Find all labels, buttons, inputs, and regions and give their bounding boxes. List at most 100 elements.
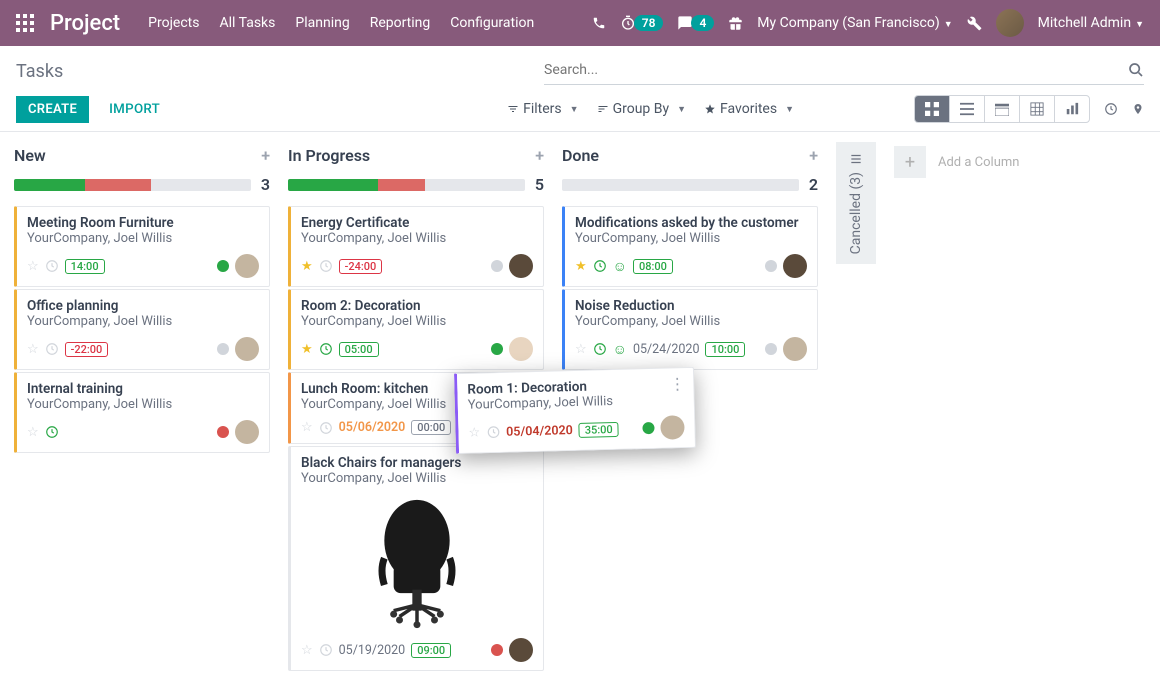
nav-planning[interactable]: Planning [295,15,349,31]
kanban-card[interactable]: Meeting Room Furniture YourCompany, Joel… [14,206,270,287]
status-dot[interactable] [217,260,229,272]
messages-widget[interactable]: 4 [677,15,714,31]
card-menu-icon[interactable]: ⋮ [669,374,685,393]
column-count: 3 [261,175,270,194]
kanban-card[interactable]: Modifications asked by the customer Your… [562,206,818,287]
phone-icon[interactable] [592,16,606,30]
search-icon[interactable] [1128,62,1144,78]
user-menu[interactable]: Mitchell Admin▼ [1038,15,1144,31]
assignee-avatar[interactable] [783,254,807,278]
favorites-button[interactable]: Favorites▼ [704,101,794,117]
quick-create-icon[interactable]: + [261,146,270,165]
nav-reporting[interactable]: Reporting [370,15,431,31]
time-chip: 05:00 [339,342,379,357]
star-icon[interactable]: ★ [301,342,313,357]
progress-bar [288,179,525,191]
star-icon[interactable]: ☆ [575,342,587,357]
status-dot[interactable] [217,343,229,355]
search-input[interactable] [544,58,1128,82]
assignee-avatar[interactable] [509,254,533,278]
view-list-icon[interactable] [950,96,985,122]
time-chip: 09:00 [411,643,451,658]
star-icon[interactable]: ★ [575,259,587,274]
clock-icon [593,259,607,273]
star-icon[interactable]: ☆ [468,425,480,440]
nav-projects[interactable]: Projects [148,15,199,31]
star-icon[interactable]: ☆ [301,420,313,435]
quick-create-icon[interactable]: + [535,146,544,165]
star-icon[interactable]: ★ [301,259,313,274]
groupby-button[interactable]: Group By▼ [597,101,686,117]
clock-icon [319,259,333,273]
timer-widget[interactable]: 78 [620,15,664,31]
deadline-date: 05/24/2020 [633,342,700,357]
progress-bar [14,179,251,191]
activity-icon[interactable] [1104,102,1118,116]
assignee-avatar[interactable] [509,638,533,662]
star-icon[interactable]: ☆ [27,342,39,357]
quick-create-icon[interactable]: + [809,146,818,165]
assignee-avatar[interactable] [235,337,259,361]
nav-all-tasks[interactable]: All Tasks [219,15,275,31]
assignee-avatar[interactable] [235,420,259,444]
brand-title: Project [50,11,120,36]
star-icon[interactable]: ☆ [301,643,313,658]
status-dot[interactable] [642,422,654,434]
debug-icon[interactable] [967,16,982,31]
view-pivot-icon[interactable] [1020,96,1055,122]
status-dot[interactable] [491,343,503,355]
deadline-date: 05/19/2020 [339,643,406,658]
timer-badge: 78 [634,15,664,31]
time-chip: -24:00 [339,259,383,274]
kanban-card[interactable]: Black Chairs for managers YourCompany, J… [288,446,544,671]
add-column-label[interactable]: Add a Column [938,155,1019,170]
assignee-avatar[interactable] [660,415,685,440]
card-title: Office planning [27,298,259,314]
card-subtitle: YourCompany, Joel Willis [301,471,533,486]
smiley-icon[interactable]: ☺ [613,341,627,358]
add-column-button[interactable]: + [894,146,926,178]
kanban-card[interactable]: Office planning YourCompany, Joel Willis… [14,289,270,370]
star-icon[interactable]: ☆ [27,259,39,274]
view-calendar-icon[interactable] [985,96,1020,122]
nav-configuration[interactable]: Configuration [450,15,534,31]
column-count: 2 [809,175,818,194]
clock-icon [486,425,500,439]
assignee-avatar[interactable] [509,337,533,361]
create-button[interactable]: CREATE [16,96,89,123]
assignee-avatar[interactable] [235,254,259,278]
view-graph-icon[interactable] [1055,96,1089,122]
status-dot[interactable] [491,260,503,272]
status-dot[interactable] [217,426,229,438]
column-cancelled-folded[interactable]: Cancelled (3) [836,142,876,264]
status-dot[interactable] [765,343,777,355]
card-title: Modifications asked by the customer [575,215,807,231]
kanban-card[interactable]: Internal training YourCompany, Joel Will… [14,372,270,453]
assignee-avatar[interactable] [783,337,807,361]
company-selector[interactable]: My Company (San Francisco)▼ [757,15,952,31]
kanban-card[interactable]: Energy Certificate YourCompany, Joel Wil… [288,206,544,287]
time-chip: 35:00 [579,421,619,437]
clock-icon [319,421,333,435]
clock-icon [45,425,59,439]
view-kanban-icon[interactable] [915,96,950,122]
card-title: Room 2: Decoration [301,298,533,314]
user-avatar[interactable] [996,9,1024,37]
apps-icon[interactable] [16,14,34,32]
kanban-card-dragging[interactable]: ⋮ Room 1: Decoration YourCompany, Joel W… [454,367,696,454]
card-subtitle: YourCompany, Joel Willis [575,231,807,246]
status-dot[interactable] [765,260,777,272]
nav-menu: Projects All Tasks Planning Reporting Co… [148,15,534,31]
kanban-card[interactable]: Room 2: Decoration YourCompany, Joel Wil… [288,289,544,370]
clock-icon [319,342,333,356]
star-icon[interactable]: ☆ [27,425,39,440]
smiley-icon[interactable]: ☺ [613,258,627,275]
filters-button[interactable]: Filters▼ [507,101,578,117]
kanban-card[interactable]: Noise Reduction YourCompany, Joel Willis… [562,289,818,370]
time-chip: 10:00 [705,342,745,357]
import-button[interactable]: IMPORT [97,96,172,123]
folded-label: Cancelled (3) [848,172,864,254]
gift-icon[interactable] [728,16,743,31]
status-dot[interactable] [491,644,503,656]
map-icon[interactable] [1132,102,1144,116]
